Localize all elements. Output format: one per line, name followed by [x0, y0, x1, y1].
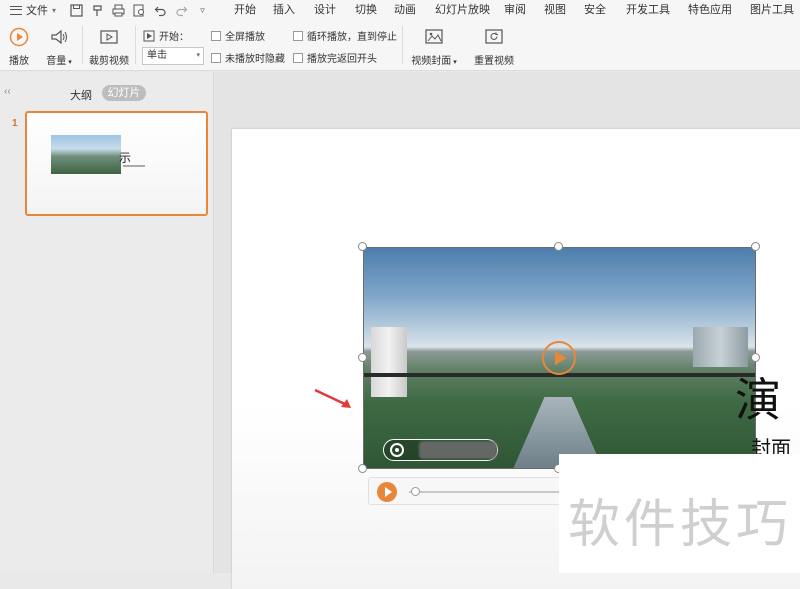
hide-when-not-playing-label: 未播放时隐藏: [225, 54, 285, 65]
loop-label: 循环播放，直到停止: [307, 32, 397, 43]
progress-knob[interactable]: [411, 487, 420, 496]
resize-handle-nw[interactable]: [358, 242, 367, 251]
collapse-panel-icon[interactable]: ‹‹: [4, 86, 11, 97]
rewind-label: 播放完返回开头: [307, 54, 377, 65]
resize-handle-sw[interactable]: [358, 464, 367, 473]
tab-design[interactable]: 设计: [314, 0, 336, 20]
loop-checkbox[interactable]: 循环播放，直到停止: [293, 28, 397, 43]
red-arrow-annotation: [314, 388, 351, 408]
start-label-row: 开始：: [143, 28, 189, 43]
slide-thumbnail[interactable]: 示: [25, 111, 208, 216]
print-preview-icon[interactable]: [133, 4, 146, 17]
checkbox-box: [293, 30, 303, 41]
tab-slides[interactable]: 幻灯片: [102, 85, 146, 101]
overlay-record-icon: [390, 443, 404, 457]
quick-access-toolbar: ▿: [70, 3, 209, 17]
progress-track[interactable]: [409, 491, 569, 493]
reset-video-icon: [485, 29, 503, 44]
file-menu[interactable]: 文件 ▾: [0, 0, 64, 20]
volume-button[interactable]: 音量 ▾: [42, 27, 76, 67]
chevron-down-icon: ▾: [451, 59, 457, 66]
file-menu-label: 文件: [26, 5, 48, 17]
divider: [402, 26, 403, 64]
chevron-down-icon: ▾: [196, 52, 200, 59]
divider: [82, 26, 83, 64]
play-button[interactable]: 播放: [6, 27, 32, 67]
print-icon[interactable]: [112, 4, 125, 17]
video-cover-button[interactable]: 视频封面 ▾: [408, 27, 460, 67]
start-icon: [143, 30, 155, 41]
tab-slideshow[interactable]: 幻灯片放映: [435, 0, 490, 20]
reset-video-label: 重置视频: [474, 56, 514, 67]
watermark-text: 软件技巧: [568, 495, 793, 555]
resize-handle-e[interactable]: [751, 353, 760, 362]
start-label: 开始：: [159, 32, 189, 43]
start-select[interactable]: 单击 ▾: [142, 47, 204, 65]
blurred-caption: [419, 441, 497, 459]
thumbnail-video-image: [51, 135, 121, 174]
slides-panel: ‹‹ 大纲 幻灯片 1 示: [0, 72, 214, 573]
checkbox-box: [293, 52, 303, 63]
tab-features[interactable]: 特色应用: [688, 0, 732, 20]
chevron-down-icon: ▾: [66, 59, 72, 66]
fullscreen-checkbox[interactable]: 全屏播放: [211, 28, 265, 43]
slide-title[interactable]: 演: [735, 364, 781, 430]
tab-picture-tools[interactable]: 图片工具: [750, 0, 794, 20]
format-painter-icon[interactable]: [91, 4, 104, 17]
play-button-icon[interactable]: [377, 482, 397, 502]
rewind-checkbox[interactable]: 播放完返回开头: [293, 50, 377, 65]
tab-insert[interactable]: 插入: [273, 0, 295, 20]
tab-review[interactable]: 审阅: [504, 0, 526, 20]
tab-outline[interactable]: 大纲: [70, 87, 92, 103]
resize-handle-w[interactable]: [358, 353, 367, 362]
checkbox-box: [211, 52, 221, 63]
menu-bar: 文件 ▾ ▿ 开始 插入 设计 切换 动画 幻灯片放映 审阅 视图 安全 开发工…: [0, 0, 800, 20]
thumbnail-title: 示: [119, 151, 132, 165]
volume-icon: [51, 29, 67, 45]
play-circle-icon: [9, 27, 29, 47]
checkbox-box: [211, 30, 221, 41]
thumbnail-subtitle: [123, 165, 145, 167]
start-select-value: 单击: [147, 50, 167, 61]
video-cover-icon: [425, 29, 443, 44]
play-label: 播放: [9, 56, 29, 67]
video-building-left: [371, 327, 407, 397]
tab-home[interactable]: 开始: [234, 0, 256, 20]
volume-label: 音量: [46, 56, 67, 67]
video-control-bar: [368, 477, 569, 505]
tab-security[interactable]: 安全: [584, 0, 606, 20]
trim-video-button[interactable]: 裁剪视频: [88, 27, 130, 67]
undo-icon[interactable]: [154, 4, 167, 17]
resize-handle-n[interactable]: [554, 242, 563, 251]
slide-number: 1: [12, 118, 18, 129]
divider: [135, 26, 136, 64]
fullscreen-label: 全屏播放: [225, 32, 265, 43]
video-cover-label: 视频封面: [411, 56, 452, 67]
menu-icon: [10, 5, 22, 15]
ribbon: 播放 音量 ▾ 裁剪视频 开始： 单击 ▾ 全屏播放 未播放时隐藏 循环播放，直…: [0, 20, 800, 71]
video-play-icon[interactable]: [542, 341, 576, 375]
reset-video-button[interactable]: 重置视频: [470, 27, 518, 67]
redo-icon[interactable]: [175, 4, 188, 17]
save-icon[interactable]: [70, 3, 83, 17]
hide-when-not-playing-checkbox[interactable]: 未播放时隐藏: [211, 50, 285, 65]
chevron-down-icon: ▾: [52, 5, 57, 15]
customize-icon[interactable]: ▿: [196, 4, 209, 17]
resize-handle-ne[interactable]: [751, 242, 760, 251]
trim-video-icon: [100, 30, 118, 44]
trim-video-label: 裁剪视频: [89, 56, 129, 67]
tab-developer[interactable]: 开发工具: [626, 0, 670, 20]
video-object[interactable]: [363, 247, 756, 469]
tab-animations[interactable]: 动画: [394, 0, 416, 20]
slide-canvas: 演 封面 软件技巧: [215, 72, 800, 589]
video-building-right: [693, 327, 748, 367]
tab-transitions[interactable]: 切换: [355, 0, 377, 20]
tab-view[interactable]: 视图: [544, 0, 566, 20]
